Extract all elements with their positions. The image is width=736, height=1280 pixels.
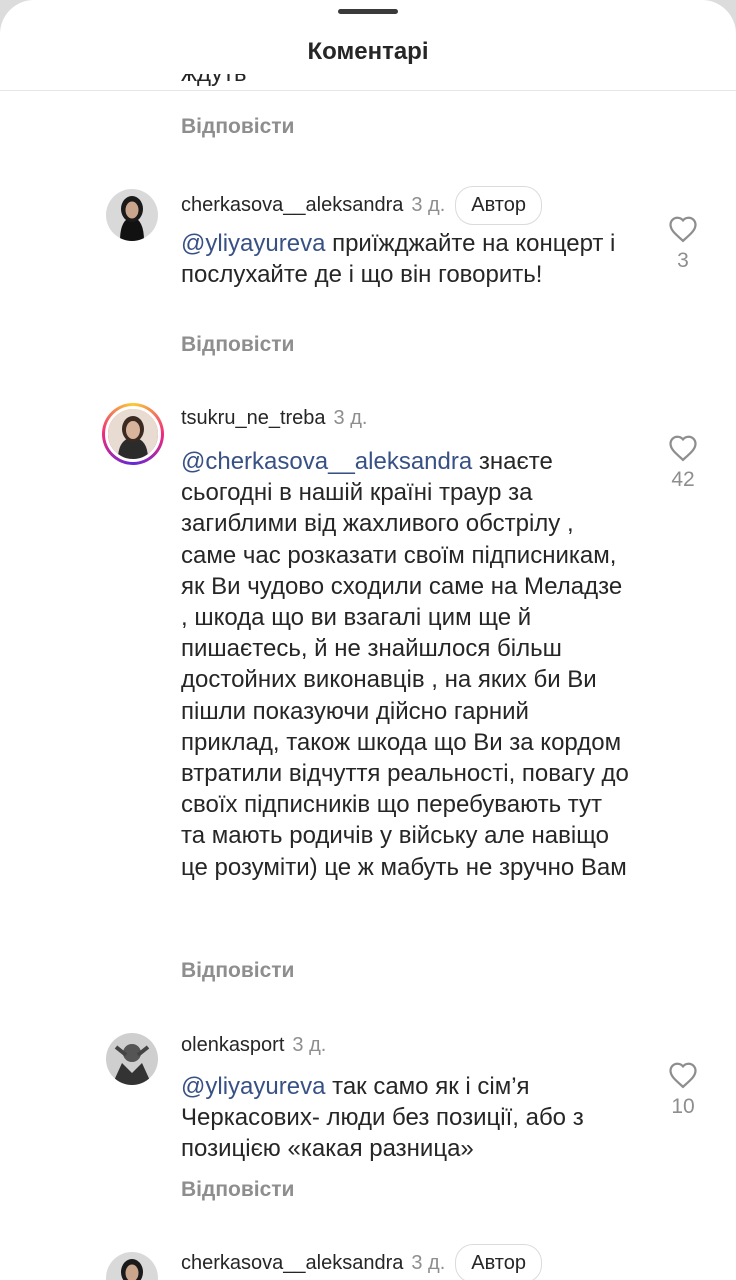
reply-button[interactable]: Відповісти xyxy=(181,115,294,139)
comment-time: 3 д. xyxy=(411,1252,446,1274)
comment-text: @yliyayureva так само як і сім’я Черкасо… xyxy=(181,1073,584,1163)
like-control: 3 xyxy=(653,215,713,273)
comment-meta: tsukru_ne_treba 3 д. xyxy=(181,407,367,430)
avatar-story-ring[interactable] xyxy=(102,403,164,465)
author-badge: Автор xyxy=(455,1244,542,1280)
page-title: Коментарі xyxy=(307,38,429,65)
avatar[interactable] xyxy=(106,189,158,241)
author-badge: Автор xyxy=(455,186,542,225)
like-control: 10 xyxy=(653,1061,713,1119)
header-divider xyxy=(0,90,736,91)
avatar[interactable] xyxy=(106,1252,158,1280)
username[interactable]: tsukru_ne_treba xyxy=(181,407,326,430)
mention-link[interactable]: @yliyayureva xyxy=(181,230,325,257)
username[interactable]: cherkasova__aleksandra xyxy=(181,1252,403,1275)
reply-button[interactable]: Відповісти xyxy=(181,333,294,357)
comments-sheet: Коментарі ждуть Відповісти cherkasova__a… xyxy=(0,0,736,1280)
comment-time: 3 д. xyxy=(411,194,446,216)
comment-time: 3 д. xyxy=(333,407,368,429)
heart-icon[interactable] xyxy=(668,434,698,462)
comment-meta: cherkasova__aleksandra 3 д. Автор xyxy=(181,186,542,225)
like-count: 10 xyxy=(671,1095,695,1118)
person-avatar-icon xyxy=(106,1033,158,1085)
person-avatar-icon xyxy=(106,189,158,241)
comment-meta: olenkasport 3 д. xyxy=(181,1034,326,1057)
reply-button[interactable]: Відповісти xyxy=(181,1178,294,1202)
partial-comment-text: ждуть xyxy=(181,74,247,90)
heart-icon[interactable] xyxy=(668,215,698,243)
avatar[interactable] xyxy=(106,1033,158,1085)
like-count: 42 xyxy=(671,468,695,491)
comment-meta: cherkasova__aleksandra 3 д. Автор xyxy=(181,1244,542,1280)
username[interactable]: olenkasport xyxy=(181,1034,284,1057)
drag-handle[interactable] xyxy=(338,9,398,14)
person-avatar-icon xyxy=(108,409,158,459)
username[interactable]: cherkasova__aleksandra xyxy=(181,194,403,217)
mention-link[interactable]: @cherkasova__aleksandra xyxy=(181,448,472,475)
like-control: 42 xyxy=(653,434,713,492)
like-count: 3 xyxy=(677,249,689,272)
mention-link[interactable]: @yliyayureva xyxy=(181,1073,325,1100)
reply-button[interactable]: Відповісти xyxy=(181,959,294,983)
comment-time: 3 д. xyxy=(292,1034,327,1056)
heart-icon[interactable] xyxy=(668,1061,698,1089)
person-avatar-icon xyxy=(106,1252,158,1280)
comment-text: @cherkasova__aleksandra знаєте сьогодні … xyxy=(181,448,629,881)
comment-text: @yliyayureva приїжджайте на концерт і по… xyxy=(181,230,616,289)
